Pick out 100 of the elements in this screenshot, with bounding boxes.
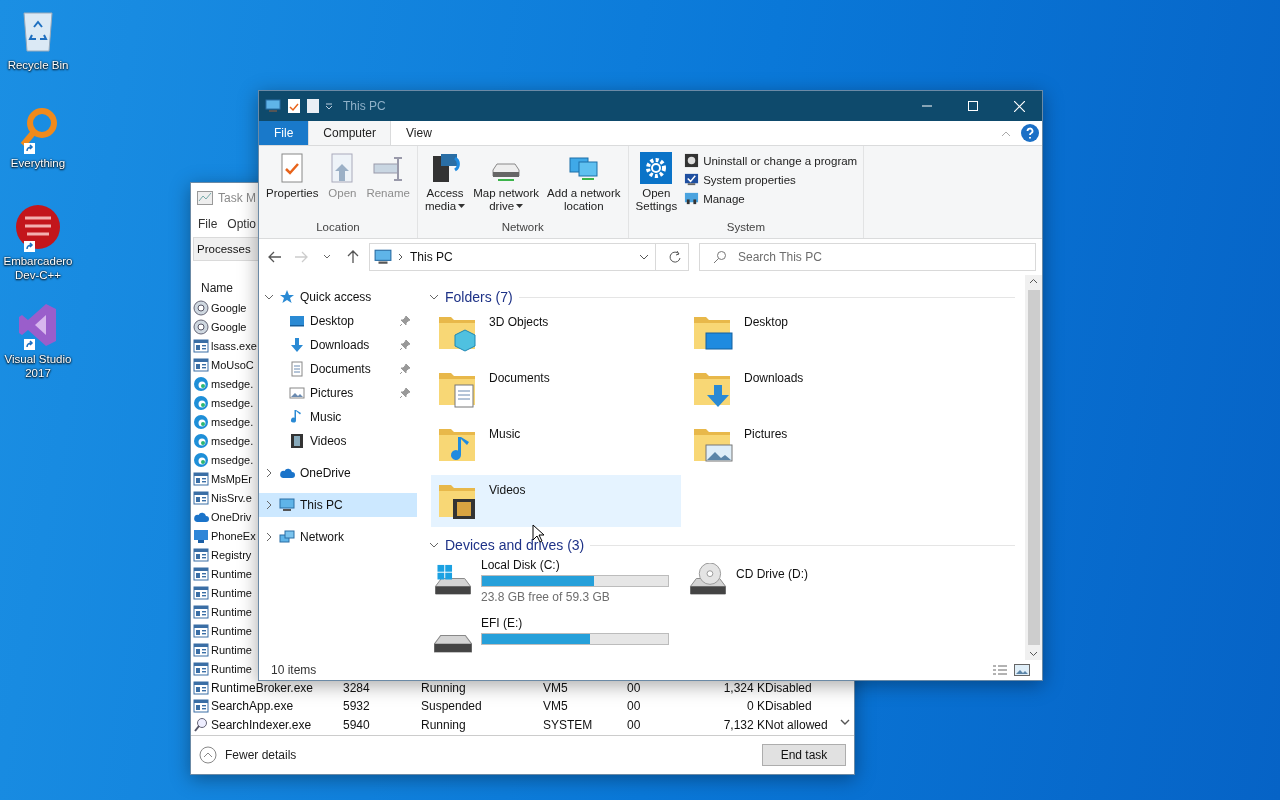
address-field[interactable]: This PC	[369, 243, 689, 271]
end-task-button[interactable]: End task	[762, 744, 846, 766]
ribbon-button[interactable]: Access media	[421, 150, 469, 221]
folder-item[interactable]: Desktop	[686, 307, 936, 359]
search-field[interactable]: Search This PC	[699, 243, 1036, 271]
properties-small-icon[interactable]	[287, 98, 301, 114]
table-cell-text: 1,324 K	[722, 680, 765, 695]
nav-item[interactable]: Music	[259, 405, 417, 429]
app-icon	[193, 660, 209, 677]
process-name: Google	[211, 302, 247, 315]
nav-item[interactable]: OneDrive	[259, 461, 417, 485]
drive-name[interactable]: CD Drive (D:)	[736, 567, 924, 581]
table-cell-text: 0 K	[746, 699, 765, 714]
column-header[interactable]: Name	[201, 281, 233, 295]
process-name: msedge.	[211, 435, 254, 448]
folder-item[interactable]: Pictures	[686, 419, 936, 471]
table-cell-text: 3284	[343, 680, 371, 695]
nav-item[interactable]: Desktop	[259, 309, 417, 333]
vertical-scrollbar[interactable]	[1025, 275, 1042, 660]
menu-item[interactable]: File	[198, 217, 218, 231]
chevron-down-icon[interactable]	[264, 292, 274, 302]
chevron-right-icon	[398, 253, 404, 261]
table-cell-text: Disabled	[765, 680, 813, 695]
scroll-down-icon[interactable]	[1029, 651, 1038, 657]
nav-item[interactable]: Videos	[259, 429, 417, 453]
process-name: Runtime	[211, 662, 252, 675]
process-name: SearchIndexer.exe	[211, 718, 312, 733]
process-name: Runtime	[211, 624, 252, 637]
ribbon-button[interactable]: Map network drive	[470, 150, 543, 221]
table-cell-text: 00	[627, 680, 642, 695]
ribbon-button[interactable]: Add a network location	[544, 150, 624, 221]
nav-item[interactable]: Pictures	[259, 381, 417, 405]
fewer-details-button[interactable]: Fewer details	[199, 746, 297, 764]
window-title: Task M	[218, 191, 256, 205]
table-cell-text: 7,132 K	[722, 718, 765, 733]
table-cell-text: Running	[421, 718, 467, 733]
settings-icon	[640, 152, 673, 184]
edge-icon	[193, 376, 209, 393]
ribbon-link-button[interactable]: System properties	[682, 171, 860, 188]
chevron-right-icon[interactable]	[264, 468, 274, 478]
pin-icon[interactable]	[399, 339, 411, 351]
menu-item[interactable]: Optio	[227, 217, 257, 231]
free-space-text: 23.8 GB free of 59.3 GB	[481, 590, 611, 604]
star-icon	[279, 289, 295, 305]
nav-item[interactable]: Downloads	[259, 333, 417, 357]
window-title: This PC	[343, 99, 386, 113]
nav-item[interactable]: Documents	[259, 357, 417, 381]
desktop-icon-label[interactable]: Recycle Bin	[7, 58, 69, 72]
scroll-up-icon[interactable]	[1029, 278, 1038, 284]
chevron-right-icon[interactable]	[264, 500, 274, 510]
process-name: msedge.	[211, 378, 254, 391]
folder-item[interactable]: Downloads	[686, 363, 936, 415]
dropdown-icon[interactable]	[639, 254, 649, 260]
folder-item[interactable]: Music	[431, 419, 681, 471]
ribbon-link-button[interactable]: Manage	[682, 190, 860, 207]
downloads-icon	[289, 337, 305, 353]
chevron-down-icon	[323, 254, 331, 260]
gear-app-icon	[193, 300, 209, 317]
scroll-down-icon[interactable]	[840, 718, 850, 726]
forward-arrow-icon	[294, 251, 308, 263]
app-icon	[193, 622, 209, 639]
caret-icon[interactable]	[325, 102, 333, 110]
nav-item[interactable]: This PC	[259, 493, 417, 517]
app-icon	[193, 603, 209, 620]
drive-name[interactable]: EFI (E:)	[481, 616, 669, 630]
folder-item[interactable]: 3D Objects	[431, 307, 681, 359]
ribbon-tab[interactable]: File	[259, 121, 309, 145]
tab[interactable]: Processes	[194, 243, 254, 255]
large-icons-view-icon[interactable]	[1014, 664, 1030, 676]
process-name: msedge.	[211, 454, 254, 467]
desktop-icon-label[interactable]: Embarcadero Dev-C++	[0, 254, 76, 282]
pin-icon[interactable]	[399, 387, 411, 399]
nav-item[interactable]: Network	[259, 525, 417, 549]
pin-icon[interactable]	[399, 315, 411, 327]
pin-icon[interactable]	[399, 363, 411, 375]
section-title[interactable]: Folders (7)	[445, 289, 513, 305]
folder-item[interactable]: Videos	[431, 475, 681, 527]
nav-item[interactable]: Quick access	[259, 285, 417, 309]
folder-item[interactable]: Documents	[431, 363, 681, 415]
table-cell-text: VM5	[543, 699, 569, 714]
app-icon	[193, 357, 209, 374]
pc-icon	[374, 248, 392, 266]
ribbon-link-button[interactable]: Uninstall or change a program	[682, 152, 860, 169]
ribbon-button[interactable]: Open Settings	[632, 150, 681, 221]
process-name: MsMpEr	[211, 473, 252, 486]
table-cell-text: Disabled	[765, 699, 813, 714]
chevron-down-icon[interactable]	[429, 292, 439, 302]
chevron-up-circle-icon	[199, 746, 217, 764]
section-title[interactable]: Devices and drives (3)	[445, 537, 585, 553]
dev-cpp-logo-icon	[15, 204, 61, 250]
chevron-down-icon[interactable]	[429, 540, 439, 550]
app-icon	[193, 490, 209, 506]
visual-studio-logo-icon	[18, 302, 58, 348]
videos-icon	[289, 433, 305, 449]
ribbon-tab[interactable]: Computer	[308, 121, 392, 145]
scrollbar-thumb[interactable]	[1027, 290, 1040, 645]
drive-name[interactable]: Local Disk (C:)	[481, 558, 669, 572]
help-icon[interactable]	[1021, 124, 1039, 142]
chevron-right-icon[interactable]	[264, 532, 274, 542]
ribbon-button[interactable]: Properties	[263, 150, 322, 221]
